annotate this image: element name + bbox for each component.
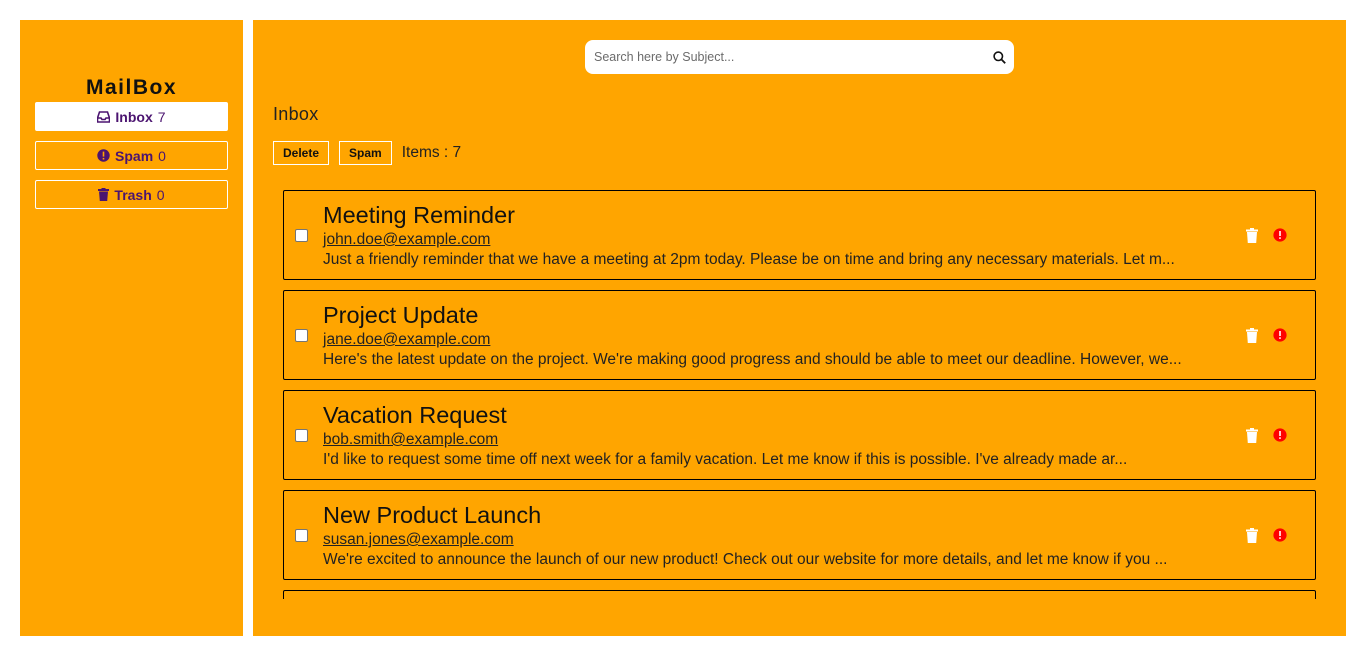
email-checkbox[interactable]: [295, 429, 308, 442]
email-subject: Vacation Request: [323, 402, 507, 428]
email-preview: Here's the latest update on the project.…: [323, 351, 1182, 368]
email-sender[interactable]: susan.jones@example.com: [323, 531, 514, 549]
sidebar-item-spam[interactable]: Spam 0: [35, 141, 228, 170]
spam-alert-icon[interactable]: [1273, 428, 1287, 447]
trash-icon[interactable]: [1246, 228, 1258, 248]
email-item[interactable]: Project Update jane.doe@example.com Here…: [283, 290, 1316, 380]
email-sender[interactable]: john.doe@example.com: [323, 231, 490, 249]
email-preview: I'd like to request some time off next w…: [323, 451, 1128, 468]
email-sender[interactable]: jane.doe@example.com: [323, 331, 490, 349]
main-panel: Inbox Delete Spam Items : 7 Meeting Remi…: [253, 20, 1346, 636]
email-item[interactable]: Vacation Request bob.smith@example.com I…: [283, 390, 1316, 480]
alert-circle-icon: [97, 149, 110, 162]
trash-icon: [98, 188, 110, 201]
email-checkbox[interactable]: [295, 529, 308, 542]
search-icon[interactable]: [984, 50, 1014, 64]
email-preview: We're excited to announce the launch of …: [323, 551, 1168, 568]
inbox-icon: [97, 110, 111, 123]
sidebar-item-count: 0: [156, 186, 165, 203]
sidebar-item-trash[interactable]: Trash 0: [35, 180, 228, 209]
app-title: MailBox: [85, 76, 177, 99]
sidebar-item-count: 7: [157, 108, 166, 125]
sidebar-item-inbox[interactable]: Inbox 7: [35, 102, 228, 131]
trash-icon[interactable]: [1246, 428, 1258, 448]
sidebar-item-count: 0: [158, 147, 166, 164]
spam-alert-icon[interactable]: [1273, 228, 1287, 247]
search-input[interactable]: [585, 40, 984, 74]
search-bar: [585, 40, 1014, 74]
email-sender[interactable]: bob.smith@example.com: [323, 431, 498, 449]
email-list: Meeting Reminder john.doe@example.com Ju…: [283, 190, 1316, 599]
email-item[interactable]: Meeting Reminder john.doe@example.com Ju…: [283, 190, 1316, 280]
spam-alert-icon[interactable]: [1273, 528, 1287, 547]
email-subject: New Product Launch: [323, 502, 542, 528]
sidebar-item-label: Spam: [115, 147, 154, 164]
sidebar-item-label: Trash: [114, 186, 152, 203]
toolbar: Delete Spam Items : 7: [273, 141, 461, 165]
items-count: Items : 7: [401, 144, 462, 161]
sidebar-item-label: Inbox: [115, 108, 153, 125]
email-preview: Just a friendly reminder that we have a …: [323, 251, 1175, 268]
delete-button[interactable]: Delete: [273, 141, 330, 165]
trash-icon[interactable]: [1246, 528, 1258, 548]
email-subject: Project Update: [323, 302, 479, 328]
email-checkbox[interactable]: [295, 229, 308, 242]
page-title: Inbox: [273, 104, 319, 124]
email-checkbox[interactable]: [295, 329, 308, 342]
spam-alert-icon[interactable]: [1273, 328, 1287, 347]
email-subject: Meeting Reminder: [323, 202, 516, 228]
email-item[interactable]: New Product Launch susan.jones@example.c…: [283, 490, 1316, 580]
email-item[interactable]: [283, 590, 1316, 599]
trash-icon[interactable]: [1246, 328, 1258, 348]
sidebar: MailBox Inbox 7 Spam 0 Trash 0: [20, 20, 243, 636]
spam-button[interactable]: Spam: [339, 141, 392, 165]
